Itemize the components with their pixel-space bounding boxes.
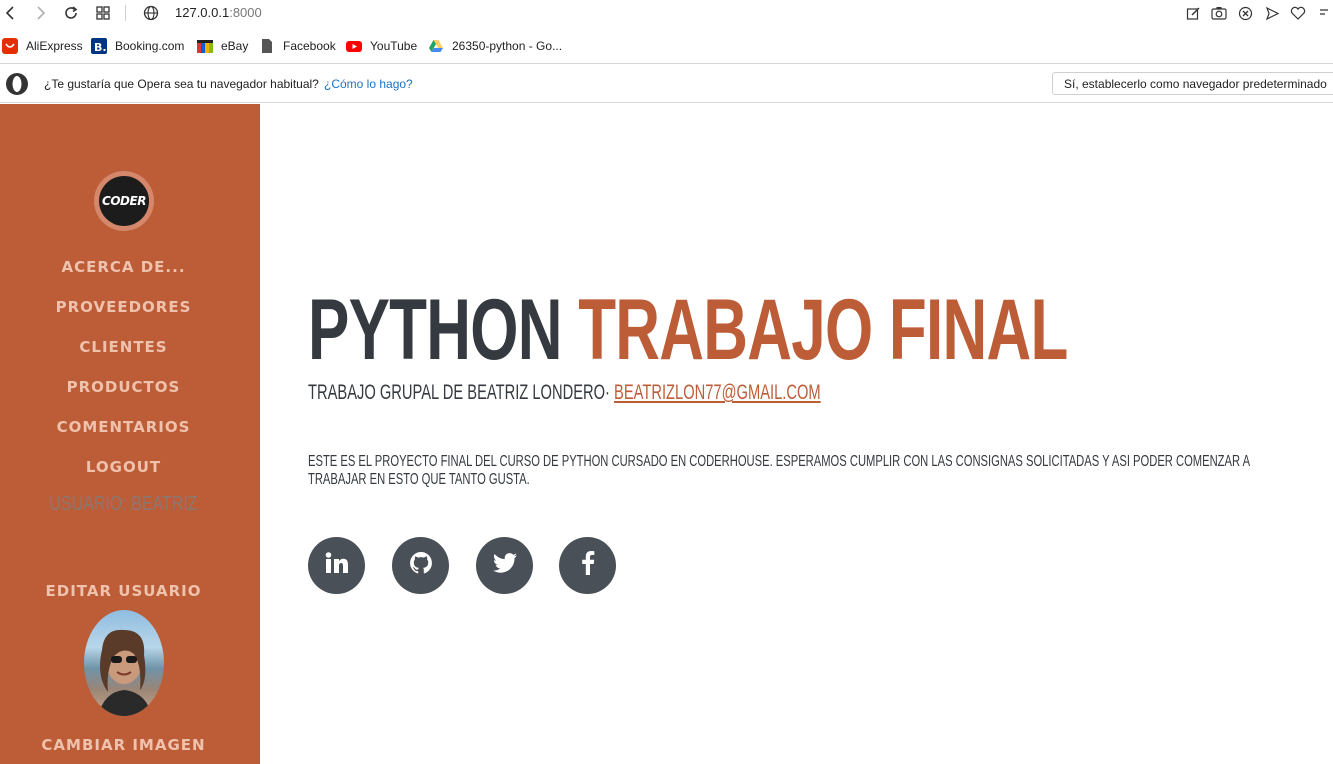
toolbar-divider xyxy=(125,5,126,21)
coder-logo[interactable]: CODER xyxy=(94,171,154,231)
send-icon[interactable] xyxy=(1261,2,1283,24)
set-default-button[interactable]: Sí, establecerlo como navegador predeter… xyxy=(1052,72,1333,95)
globe-icon xyxy=(140,2,162,24)
menu-icon[interactable] xyxy=(1313,2,1333,24)
linkedin-button[interactable] xyxy=(308,537,365,594)
edit-user-link[interactable]: EDITAR USUARIO xyxy=(0,582,247,600)
github-icon xyxy=(408,550,434,581)
nav-productos[interactable]: PRODUCTOS xyxy=(0,378,247,396)
bookmark-label: Booking.com xyxy=(115,39,185,53)
ebay-icon xyxy=(197,38,213,54)
nav-comentarios[interactable]: COMENTARIOS xyxy=(0,418,247,436)
adblock-icon[interactable] xyxy=(1234,2,1256,24)
prompt-question: ¿Te gustaría que Opera sea tu navegador … xyxy=(44,77,319,91)
google-drive-icon xyxy=(428,38,444,54)
svg-text:B.: B. xyxy=(94,41,107,54)
back-icon[interactable] xyxy=(0,2,22,24)
email-link[interactable]: BEATRIZLON77@GMAIL.COM xyxy=(614,381,821,404)
bookmark-aliexpress[interactable]: AliExpress xyxy=(2,37,83,55)
bookmarks-bar: AliExpress B. Booking.com eBay Facebook … xyxy=(0,30,1333,60)
linkedin-icon xyxy=(325,552,349,579)
url-port: :8000 xyxy=(229,5,262,20)
bookmark-label: YouTube xyxy=(370,39,418,53)
nav-acerca[interactable]: ACERCA DE... xyxy=(0,258,247,276)
document-icon xyxy=(259,38,275,54)
bookmark-ebay[interactable]: eBay xyxy=(197,37,248,55)
logo-text: CODER xyxy=(102,194,146,208)
aliexpress-icon xyxy=(2,38,18,54)
page-title: PYTHON TRABAJO FINAL xyxy=(308,287,1068,373)
bookmark-label: Facebook xyxy=(283,39,336,53)
tabs-grid-icon[interactable] xyxy=(92,2,114,24)
youtube-icon xyxy=(346,38,362,54)
edit-icon[interactable] xyxy=(1182,2,1204,24)
subtitle-text: TRABAJO GRUPAL DE BEATRIZ LONDERO· xyxy=(308,381,610,404)
sidebar: CODER ACERCA DE... PROVEEDORES CLIENTES … xyxy=(0,104,260,764)
address-bar[interactable]: 127.0.0.1:8000 xyxy=(175,5,262,20)
bookmark-drive[interactable]: 26350-python - Go... xyxy=(428,37,562,55)
title-trabajo-final: TRABAJO FINAL xyxy=(578,282,1068,378)
how-to-link[interactable]: ¿Cómo lo hago? xyxy=(324,77,413,91)
bookmark-facebook[interactable]: Facebook xyxy=(259,37,336,55)
default-browser-prompt: ¿Te gustaría que Opera sea tu navegador … xyxy=(0,63,1333,103)
bookmark-booking[interactable]: B. Booking.com xyxy=(91,37,184,55)
browser-toolbar: 127.0.0.1:8000 xyxy=(0,0,1333,28)
current-user-label: USUARIO: BEATRIZ xyxy=(49,493,198,515)
twitter-button[interactable] xyxy=(476,537,533,594)
change-image-link[interactable]: CAMBIAR IMAGEN xyxy=(0,736,247,754)
bookmark-youtube[interactable]: YouTube xyxy=(346,37,417,55)
facebook-icon xyxy=(581,551,595,580)
url-host: 127.0.0.1 xyxy=(175,5,230,20)
booking-icon: B. xyxy=(91,38,107,54)
camera-icon[interactable] xyxy=(1208,2,1230,24)
project-description: ESTE ES EL PROYECTO FINAL DEL CURSO DE P… xyxy=(308,453,1250,488)
bookmark-label: 26350-python - Go... xyxy=(452,39,563,53)
nav-clientes[interactable]: CLIENTES xyxy=(0,338,247,356)
bookmark-label: eBay xyxy=(221,39,249,53)
reload-icon[interactable] xyxy=(60,2,82,24)
github-button[interactable] xyxy=(392,537,449,594)
twitter-icon xyxy=(492,553,517,578)
forward-icon[interactable] xyxy=(29,2,51,24)
facebook-button[interactable] xyxy=(559,537,616,594)
page-subtitle: TRABAJO GRUPAL DE BEATRIZ LONDERO· BEATR… xyxy=(308,381,821,405)
heart-icon[interactable] xyxy=(1287,2,1309,24)
bookmark-label: AliExpress xyxy=(26,39,83,53)
opera-logo-icon xyxy=(5,72,29,101)
nav-proveedores[interactable]: PROVEEDORES xyxy=(0,298,247,316)
main-content: PYTHON TRABAJO FINAL TRABAJO GRUPAL DE B… xyxy=(260,104,1333,764)
title-python: PYTHON xyxy=(308,282,562,378)
avatar xyxy=(84,610,164,716)
nav-logout[interactable]: LOGOUT xyxy=(0,458,247,476)
